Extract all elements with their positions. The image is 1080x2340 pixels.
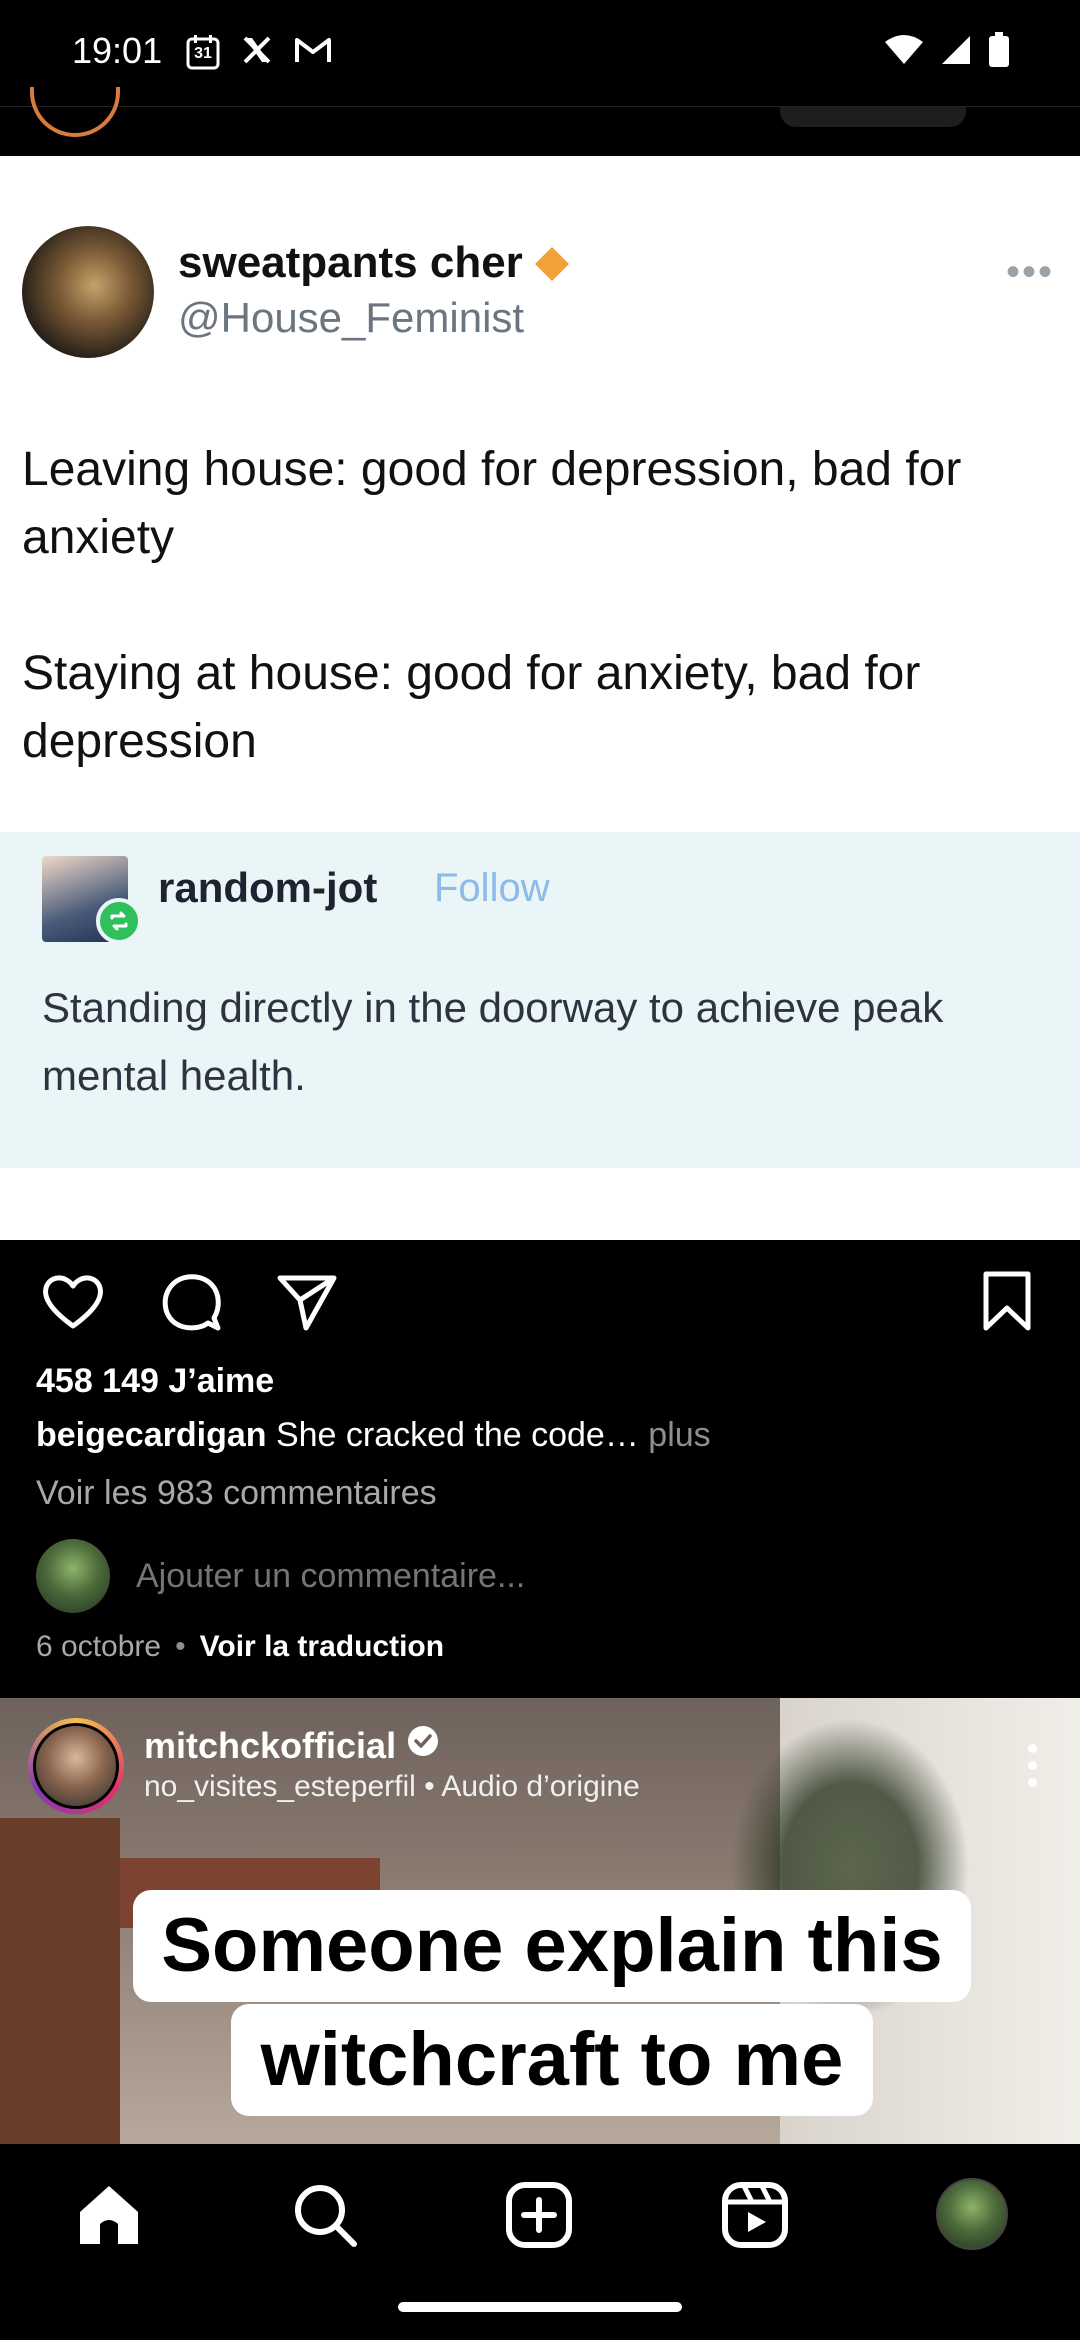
reel-author-avatar[interactable] xyxy=(28,1718,124,1814)
bookmark-icon[interactable] xyxy=(972,1266,1042,1336)
caption-ellipsis: … xyxy=(604,1416,639,1454)
caption-more-link[interactable]: plus xyxy=(639,1416,710,1454)
next-post-reel[interactable]: mitchckofficial no_visites_esteperfil • … xyxy=(0,1698,1080,2144)
reel-caption: Someone explain this witchcraft to me xyxy=(82,1890,1022,2116)
wifi-icon xyxy=(884,34,924,71)
previous-post-follow-button[interactable] xyxy=(780,107,966,127)
tweet-text: Leaving house: good for depression, bad … xyxy=(22,443,962,768)
post-image[interactable]: sweatpants cher @House_Feminist ••• Leav… xyxy=(0,156,1080,1240)
translate-link[interactable]: Voir la traduction xyxy=(200,1630,444,1664)
post-actions xyxy=(0,1240,1080,1360)
add-comment-row[interactable] xyxy=(36,1538,736,1614)
caption-username[interactable]: beigecardigan xyxy=(36,1416,267,1454)
tumblr-text: Standing directly in the doorway to achi… xyxy=(42,984,944,1099)
reblog-icon xyxy=(96,898,142,944)
tumblr-follow-label: Follow xyxy=(434,866,550,910)
reel-caption-line: witchcraft to me xyxy=(230,2004,874,2116)
verified-badge-icon xyxy=(533,244,571,282)
reel-avatar-image xyxy=(33,1723,119,1809)
tumblr-username: random-jot xyxy=(158,864,378,911)
profile-avatar[interactable] xyxy=(936,2178,1008,2250)
reels-icon[interactable] xyxy=(720,2180,790,2250)
create-icon[interactable] xyxy=(504,2180,574,2250)
x-icon xyxy=(242,35,272,70)
separator-dot: • xyxy=(175,1630,186,1663)
tweet-author-name-text: sweatpants cher xyxy=(178,238,523,287)
tweet-author-handle: @House_Feminist xyxy=(178,294,525,341)
status-notification-icons: 31 xyxy=(186,34,332,70)
home-indicator[interactable] xyxy=(398,2302,682,2312)
add-comment-input[interactable] xyxy=(136,1556,736,1596)
post-meta: 6 octobre • Voir la traduction xyxy=(36,1630,444,1664)
likes-count[interactable]: 458 149 J’aime xyxy=(36,1362,274,1401)
more-options-icon[interactable] xyxy=(1028,1744,1040,1787)
tumblr-post: random-jot Follow Standing directly in t… xyxy=(0,832,1080,1168)
status-time: 19:01 xyxy=(72,30,163,71)
tweet-author-name: sweatpants cher xyxy=(178,238,571,288)
comment-icon[interactable] xyxy=(156,1266,226,1336)
calendar-date: 31 xyxy=(194,45,212,62)
verified-badge-icon xyxy=(406,1724,440,1767)
my-avatar xyxy=(36,1539,110,1613)
home-icon[interactable] xyxy=(74,2180,144,2250)
reel-caption-line: Someone explain this xyxy=(133,1890,971,2002)
reel-author[interactable]: mitchckofficial xyxy=(144,1724,440,1767)
previous-post-avatar[interactable] xyxy=(30,87,120,137)
more-options-icon: ••• xyxy=(1005,250,1054,294)
previous-post-header xyxy=(0,87,1080,156)
reel-username[interactable]: mitchckofficial xyxy=(144,1725,396,1767)
share-icon[interactable] xyxy=(272,1266,342,1336)
heart-icon[interactable] xyxy=(38,1266,108,1336)
reel-audio-info[interactable]: no_visites_esteperfil • Audio d’origine xyxy=(144,1770,640,1804)
status-system-icons xyxy=(884,32,1010,73)
battery-icon xyxy=(988,32,1010,73)
view-comments-link[interactable]: Voir les 983 commentaires xyxy=(36,1474,437,1513)
signal-icon xyxy=(940,34,972,71)
tweet-avatar xyxy=(22,226,154,358)
status-bar: 19:01 31 xyxy=(0,0,1080,106)
gmail-icon xyxy=(294,35,332,70)
post-date: 6 octobre xyxy=(36,1630,162,1663)
search-icon[interactable] xyxy=(290,2180,360,2250)
post-caption[interactable]: beigecardigan She cracked the code… plus xyxy=(36,1416,711,1455)
caption-text: She cracked the code xyxy=(275,1416,605,1454)
calendar-icon: 31 xyxy=(186,34,220,70)
